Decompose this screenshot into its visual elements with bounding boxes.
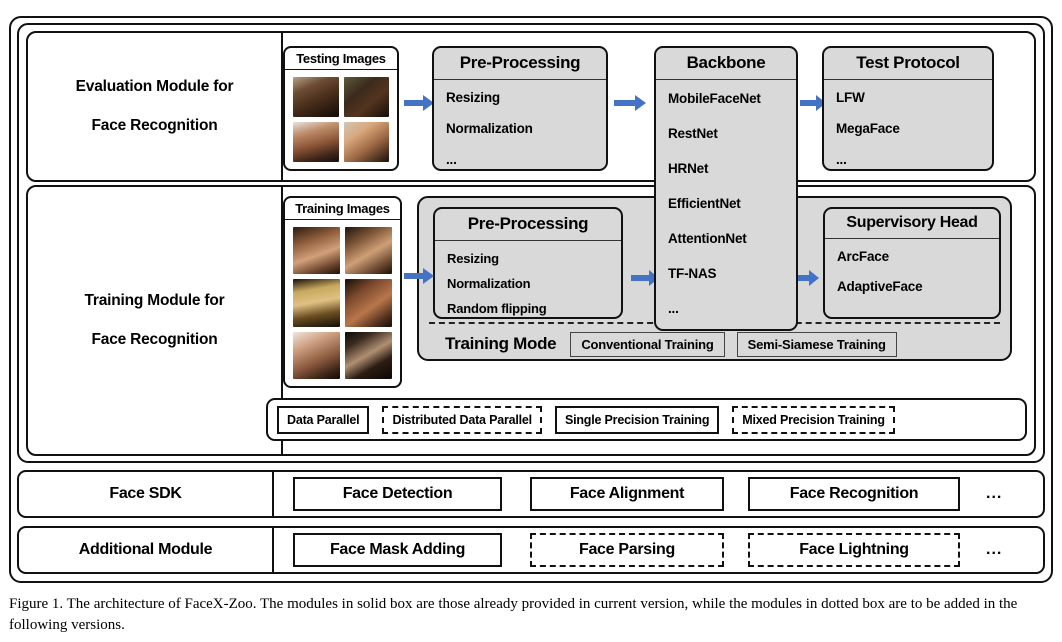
evaluation-preprocessing-items: Resizing Normalization ... (434, 80, 606, 169)
arrow-testing-to-preprocessing (404, 95, 434, 111)
additional-module-item-face-mask-adding[interactable]: Face Mask Adding (293, 533, 502, 567)
test-protocol-panel: Test Protocol LFW MegaFace ... (822, 46, 994, 171)
face-thumbnail (343, 122, 389, 162)
test-protocol-items: LFW MegaFace ... (824, 80, 992, 169)
face-sdk-items: Face Detection Face Alignment Face Recog… (274, 477, 1043, 511)
arrow-training-images-to-preprocessing (404, 268, 434, 284)
supervisory-head-title: Supervisory Head (825, 209, 999, 239)
additional-module-ellipsis: ... (986, 541, 1003, 558)
face-thumbnail (345, 227, 392, 275)
list-item: MobileFaceNet (668, 91, 761, 106)
face-thumbnail (293, 77, 339, 117)
list-item: Normalization (447, 276, 531, 291)
face-sdk-item-face-recognition[interactable]: Face Recognition (748, 477, 960, 511)
testing-images-grid (285, 70, 397, 169)
face-thumbnail (293, 331, 340, 379)
figure-architecture-diagram: Evaluation Module for Face Recognition T… (0, 0, 1062, 642)
additional-module-items: Face Mask Adding Face Parsing Face Light… (274, 533, 1043, 567)
additional-module-item-face-lightning[interactable]: Face Lightning (748, 533, 960, 567)
list-item: AttentionNet (668, 231, 747, 246)
evaluation-module-label-line1: Evaluation Module for (75, 78, 234, 96)
testing-images-title: Testing Images (285, 48, 397, 70)
face-thumbnail (293, 227, 340, 275)
face-sdk-ellipsis: ... (986, 485, 1003, 502)
list-item: ArcFace (837, 249, 889, 264)
training-preprocessing-items: Resizing Normalization Random flipping .… (435, 241, 621, 317)
supervisory-head-panel: Supervisory Head ArcFace AdaptiveFace ..… (823, 207, 1001, 319)
list-item: Normalization (446, 121, 533, 136)
list-item: EfficientNet (668, 196, 741, 211)
backbone-panel: Backbone MobileFaceNet RestNet HRNet Eff… (654, 46, 798, 331)
list-item-ellipsis: ... (836, 152, 847, 167)
list-item: RestNet (668, 126, 718, 141)
face-sdk-item-face-detection[interactable]: Face Detection (293, 477, 502, 511)
list-item: LFW (836, 90, 865, 105)
parallel-option-distributed-data-parallel[interactable]: Distributed Data Parallel (382, 405, 542, 434)
list-item: TF-NAS (668, 266, 717, 281)
additional-module-item-face-parsing[interactable]: Face Parsing (530, 533, 724, 567)
supervisory-head-items: ArcFace AdaptiveFace ... (825, 239, 999, 319)
additional-module-label: Additional Module (19, 528, 274, 572)
face-sdk-label: Face SDK (19, 472, 274, 516)
list-item: Resizing (447, 251, 499, 266)
training-mode-option-conventional[interactable]: Conventional Training (570, 331, 725, 357)
evaluation-module-label: Evaluation Module for Face Recognition (28, 33, 283, 180)
parallel-option-single-precision-training[interactable]: Single Precision Training (554, 405, 720, 434)
face-thumbnail (343, 77, 389, 117)
list-item-ellipsis: ... (837, 309, 848, 319)
figure-caption: Figure 1. The architecture of FaceX-Zoo.… (9, 596, 1018, 634)
training-images-card: Training Images (283, 196, 402, 388)
face-thumbnail (345, 279, 392, 327)
parallel-training-strip: Data Parallel Distributed Data Parallel … (266, 398, 1027, 441)
list-item: HRNet (668, 161, 709, 176)
training-images-grid (285, 220, 400, 386)
evaluation-module-label-line2: Face Recognition (91, 116, 218, 134)
training-images-title: Training Images (285, 198, 400, 220)
arrow-preprocessing-to-backbone-eval (614, 95, 646, 111)
list-item: Resizing (446, 90, 500, 105)
backbone-items: MobileFaceNet RestNet HRNet EfficientNet… (656, 80, 796, 329)
evaluation-preprocessing-panel: Pre-Processing Resizing Normalization ..… (432, 46, 608, 171)
test-protocol-title: Test Protocol (824, 48, 992, 80)
training-mode-row: Training Mode Conventional Training Semi… (431, 328, 1000, 360)
training-preprocessing-title: Pre-Processing (435, 209, 621, 241)
backbone-title: Backbone (656, 48, 796, 80)
training-module-label-line2: Face Recognition (91, 330, 218, 348)
evaluation-preprocessing-title: Pre-Processing (434, 48, 606, 80)
training-mode-option-semi-siamese[interactable]: Semi-Siamese Training (736, 331, 897, 357)
additional-module-row: Additional Module Face Mask Adding Face … (17, 526, 1045, 574)
list-item: Random flipping (447, 301, 547, 316)
face-thumbnail (293, 122, 339, 162)
parallel-option-mixed-precision-training[interactable]: Mixed Precision Training (732, 405, 895, 434)
training-module-label-line1: Training Module for (84, 292, 225, 310)
list-item: MegaFace (836, 121, 900, 136)
list-item-ellipsis: ... (668, 301, 679, 316)
training-module-label: Training Module for Face Recognition (28, 187, 283, 454)
testing-images-card: Testing Images (283, 46, 399, 171)
list-item: AdaptiveFace (837, 279, 923, 294)
list-item-ellipsis: ... (446, 152, 457, 167)
training-mode-label: Training Mode (445, 334, 557, 353)
face-thumbnail (293, 279, 340, 327)
face-sdk-item-face-alignment[interactable]: Face Alignment (530, 477, 724, 511)
parallel-option-data-parallel[interactable]: Data Parallel (277, 405, 370, 434)
training-preprocessing-panel: Pre-Processing Resizing Normalization Ra… (433, 207, 623, 319)
face-thumbnail (345, 331, 392, 379)
face-sdk-row: Face SDK Face Detection Face Alignment F… (17, 470, 1045, 518)
